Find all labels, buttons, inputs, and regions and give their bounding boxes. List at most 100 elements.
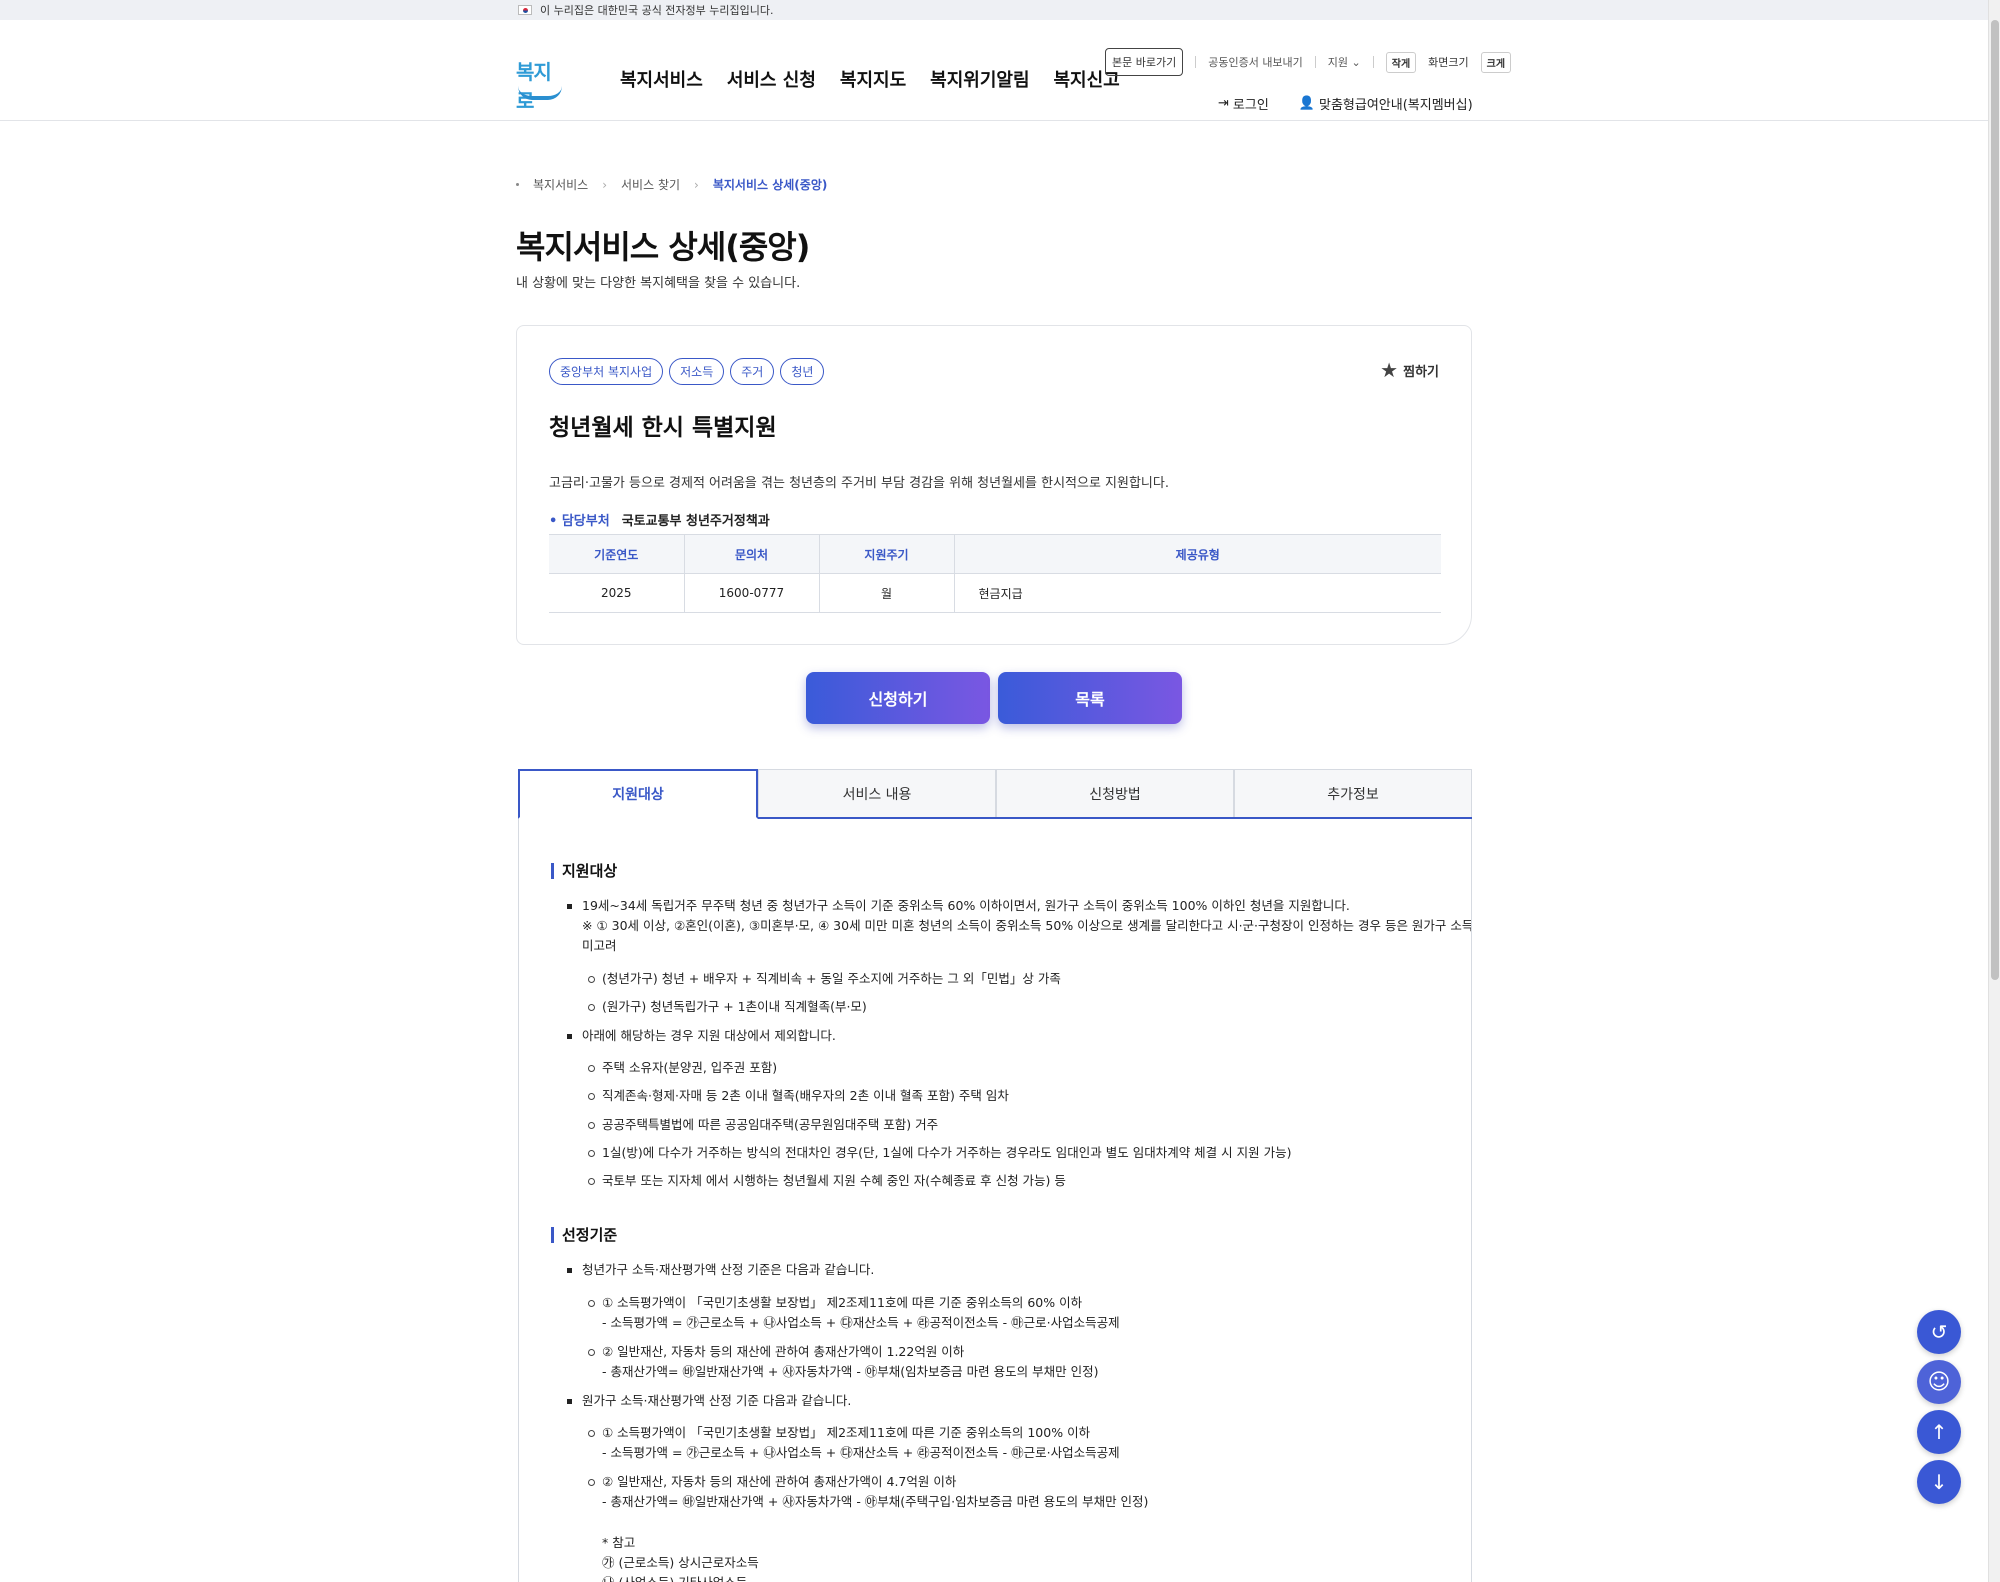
table-cell: 2025 — [549, 573, 684, 613]
chatbot-button[interactable]: ☺ — [1917, 1360, 1961, 1404]
favorite-button[interactable]: ★ 찜하기 — [1380, 358, 1439, 382]
table-cell: 현금지급 — [953, 573, 1441, 613]
sub-list-detail: - 소득평가액 = ㉮근로소득 + ㉯사업소득 + ㉰재산소득 + ㉱공적이전소… — [602, 1315, 1120, 1330]
home-dot-icon — [516, 183, 519, 186]
tab-additional-info[interactable]: 추가정보 — [1234, 769, 1472, 817]
list-item: 아래에 해당하는 경우 지원 대상에서 제외합니다. — [567, 1026, 836, 1046]
skip-to-content-button[interactable]: 본문 바로가기 — [1105, 48, 1184, 76]
nav-crisis-alert[interactable]: 복지위기알림 — [930, 66, 1029, 92]
chevron-right-icon: › — [602, 177, 608, 192]
screen-size-label: 화면크기 — [1428, 56, 1469, 69]
note-heading: * 참고 — [602, 1535, 636, 1550]
list-item: 19세~34세 독립거주 무주택 청년 중 청년가구 소득이 기준 중위소득 6… — [567, 896, 1350, 916]
tag-list: 중앙부처 복지사업 저소득 주거 청년 — [549, 358, 825, 385]
gov-banner: 이 누리집은 대한민국 공식 전자정부 누리집입니다. — [0, 0, 1988, 20]
service-info-table: 기준연도 문의처 지원주기 제공유형 2025 1600-0777 월 현금지급 — [549, 534, 1441, 613]
page-subtitle: 내 상황에 맞는 다양한 복지혜택을 찾을 수 있습니다. — [516, 276, 801, 291]
tab-eligibility[interactable]: 지원대상 — [518, 769, 758, 819]
chevron-right-icon: › — [694, 177, 699, 192]
tab-service-content[interactable]: 서비스 내용 — [758, 769, 996, 817]
list-item: 청년가구 소득·재산평가액 산정 기준은 다음과 같습니다. — [566, 1260, 874, 1280]
sub-list-item: 주택 소유자(분양권, 입주권 포함) — [587, 1058, 777, 1078]
list-item: 원가구 소득·재산평가액 산정 기준 다음과 같습니다. — [566, 1391, 851, 1411]
font-large-button[interactable]: 크게 — [1480, 51, 1512, 73]
list-item-note: 미고려 — [582, 938, 617, 953]
sub-list-item: ① 소득평가액이 「국민기초생활 보장법」 제2조제11호에 따른 기준 중위소… — [587, 1293, 1082, 1313]
table-cell: 월 — [818, 573, 954, 613]
section-title: 지원대상 — [551, 863, 617, 879]
list-button[interactable]: 목록 — [998, 672, 1182, 724]
scroll-bottom-button[interactable]: ↓ — [1917, 1460, 1961, 1504]
divider — [1372, 56, 1374, 68]
main-nav: 복지서비스 서비스 신청 복지지도 복지위기알림 복지신고 — [620, 66, 1120, 92]
table-cell: 1600-0777 — [683, 573, 819, 613]
sub-list-item: (원가구) 청년독립가구 + 1촌이내 직계혈족(부·모) — [588, 997, 867, 1017]
support-label: 지원 — [1327, 56, 1349, 69]
note-item: ㉯ (사업소득) 기타사업소득 — [602, 1573, 747, 1582]
logo-smile-icon — [518, 86, 562, 100]
divider — [1314, 56, 1316, 68]
arrow-up-icon: ↑ — [1930, 1420, 1948, 1444]
member-menu: ⇥ 로그인 👤 맞춤형급여안내(복지멤버십) — [1218, 94, 1473, 113]
membership-link[interactable]: 👤 맞춤형급여안내(복지멤버십) — [1299, 94, 1473, 113]
tab-how-to-apply[interactable]: 신청방법 — [996, 769, 1234, 817]
login-link[interactable]: ⇥ 로그인 — [1218, 94, 1269, 113]
korea-flag-icon — [518, 5, 532, 15]
tab-content: 지원대상 19세~34세 독립거주 무주택 청년 중 청년가구 소득이 기준 중… — [518, 819, 1472, 1582]
sub-list-detail: - 총재산가액= ㉳일반재산가액 + ㉴자동차가액 - ㉵부채(주택구입·임차보… — [602, 1494, 1149, 1509]
page-scrollbar[interactable] — [1988, 0, 2000, 1582]
star-icon: ★ — [1380, 358, 1399, 382]
support-dropdown[interactable]: 지원 ⌄ — [1328, 54, 1361, 70]
sub-list-item: 직계존속·형제·자매 등 2촌 이내 혈족(배우자의 2촌 이내 혈족 포함) … — [588, 1086, 1009, 1106]
chatbot-icon: ☺ — [1927, 1369, 1951, 1395]
section-title: 선정기준 — [551, 1227, 617, 1243]
table-header: 문의처 — [683, 534, 819, 574]
tag: 주거 — [730, 358, 775, 385]
breadcrumb-item[interactable]: 서비스 찾기 — [621, 176, 680, 193]
recent-history-button[interactable]: ↺ — [1917, 1310, 1961, 1354]
apply-button[interactable]: 신청하기 — [806, 672, 990, 724]
sub-list-detail: - 소득평가액 = ㉮근로소득 + ㉯사업소득 + ㉰재산소득 + ㉱공적이전소… — [602, 1445, 1120, 1460]
sub-list-item: ① 소득평가액이 「국민기초생활 보장법」 제2조제11호에 따른 기준 중위소… — [587, 1423, 1090, 1443]
table-row: 2025 1600-0777 월 현금지급 — [549, 573, 1441, 613]
table-header: 제공유형 — [953, 534, 1441, 574]
service-description: 고금리·고물가 등으로 경제적 어려움을 겪는 청년층의 주거비 부담 경감을 … — [549, 476, 1169, 491]
service-summary-card: 중앙부처 복지사업 저소득 주거 청년 ★ 찜하기 청년월세 한시 특별지원 고… — [516, 325, 1472, 645]
tag: 청년 — [780, 358, 825, 385]
sub-list-item: (청년가구) 청년 + 배우자 + 직계비속 + 동일 주소지에 거주하는 그 … — [588, 969, 1061, 989]
table-header-row: 기준연도 문의처 지원주기 제공유형 — [549, 534, 1441, 574]
department-label: 담당부처 — [549, 510, 610, 529]
divider — [1195, 56, 1197, 68]
membership-label: 맞춤형급여안내(복지멤버십) — [1318, 98, 1473, 113]
chevron-down-icon: ⌄ — [1351, 56, 1361, 69]
sub-list-item: 1실(방)에 다수가 거주하는 방식의 전대차인 경우(단, 1실에 다수가 거… — [587, 1143, 1291, 1163]
cert-export-link[interactable]: 공동인증서 내보내기 — [1208, 54, 1303, 70]
nav-welfare-map[interactable]: 복지지도 — [840, 66, 906, 92]
scroll-top-button[interactable]: ↑ — [1917, 1410, 1961, 1454]
favorite-label: 찜하기 — [1403, 364, 1439, 380]
note-item: ㉮ (근로소득) 상시근로자소득 — [602, 1555, 759, 1570]
tag: 중앙부처 복지사업 — [549, 358, 664, 385]
logo[interactable]: 복지로 — [516, 56, 566, 113]
scrollbar-thumb[interactable] — [1991, 20, 1999, 980]
sub-list-item: ② 일반재산, 자동차 등의 재산에 관하여 총재산가액이 1.22억원 이하 — [587, 1342, 964, 1362]
page-title: 복지서비스 상세(중앙) — [516, 228, 810, 266]
breadcrumb: 복지서비스 › 서비스 찾기 › 복지서비스 상세(중앙) — [516, 176, 827, 193]
department-info: 담당부처 국토교통부 청년주거정책과 — [549, 510, 770, 529]
table-header: 지원주기 — [818, 534, 954, 574]
nav-welfare-service[interactable]: 복지서비스 — [620, 66, 703, 92]
department-value: 국토교통부 청년주거정책과 — [621, 514, 770, 529]
font-small-button[interactable]: 작게 — [1385, 51, 1417, 73]
nav-service-apply[interactable]: 서비스 신청 — [727, 66, 816, 92]
sub-list-item: 공공주택특별법에 따른 공공임대주택(공무원임대주택 포함) 거주 — [587, 1115, 938, 1135]
site-header: 복지로 복지서비스 서비스 신청 복지지도 복지위기알림 복지신고 본문 바로가… — [0, 20, 1988, 121]
list-item-note: ※ ① 30세 이상, ②혼인(이혼), ③미혼부·모, ④ 30세 미만 미혼… — [582, 918, 1472, 933]
login-label: 로그인 — [1232, 98, 1269, 113]
utility-bar: 본문 바로가기 공동인증서 내보내기 지원 ⌄ 작게 화면크기 크게 — [1105, 48, 1512, 76]
detail-tabs: 지원대상 서비스 내용 신청방법 추가정보 — [518, 769, 1472, 819]
arrow-down-icon: ↓ — [1930, 1470, 1948, 1494]
breadcrumb-current: 복지서비스 상세(중앙) — [712, 178, 828, 192]
login-icon: ⇥ — [1218, 96, 1229, 111]
history-icon: ↺ — [1930, 1320, 1948, 1344]
breadcrumb-item[interactable]: 복지서비스 — [533, 176, 588, 193]
